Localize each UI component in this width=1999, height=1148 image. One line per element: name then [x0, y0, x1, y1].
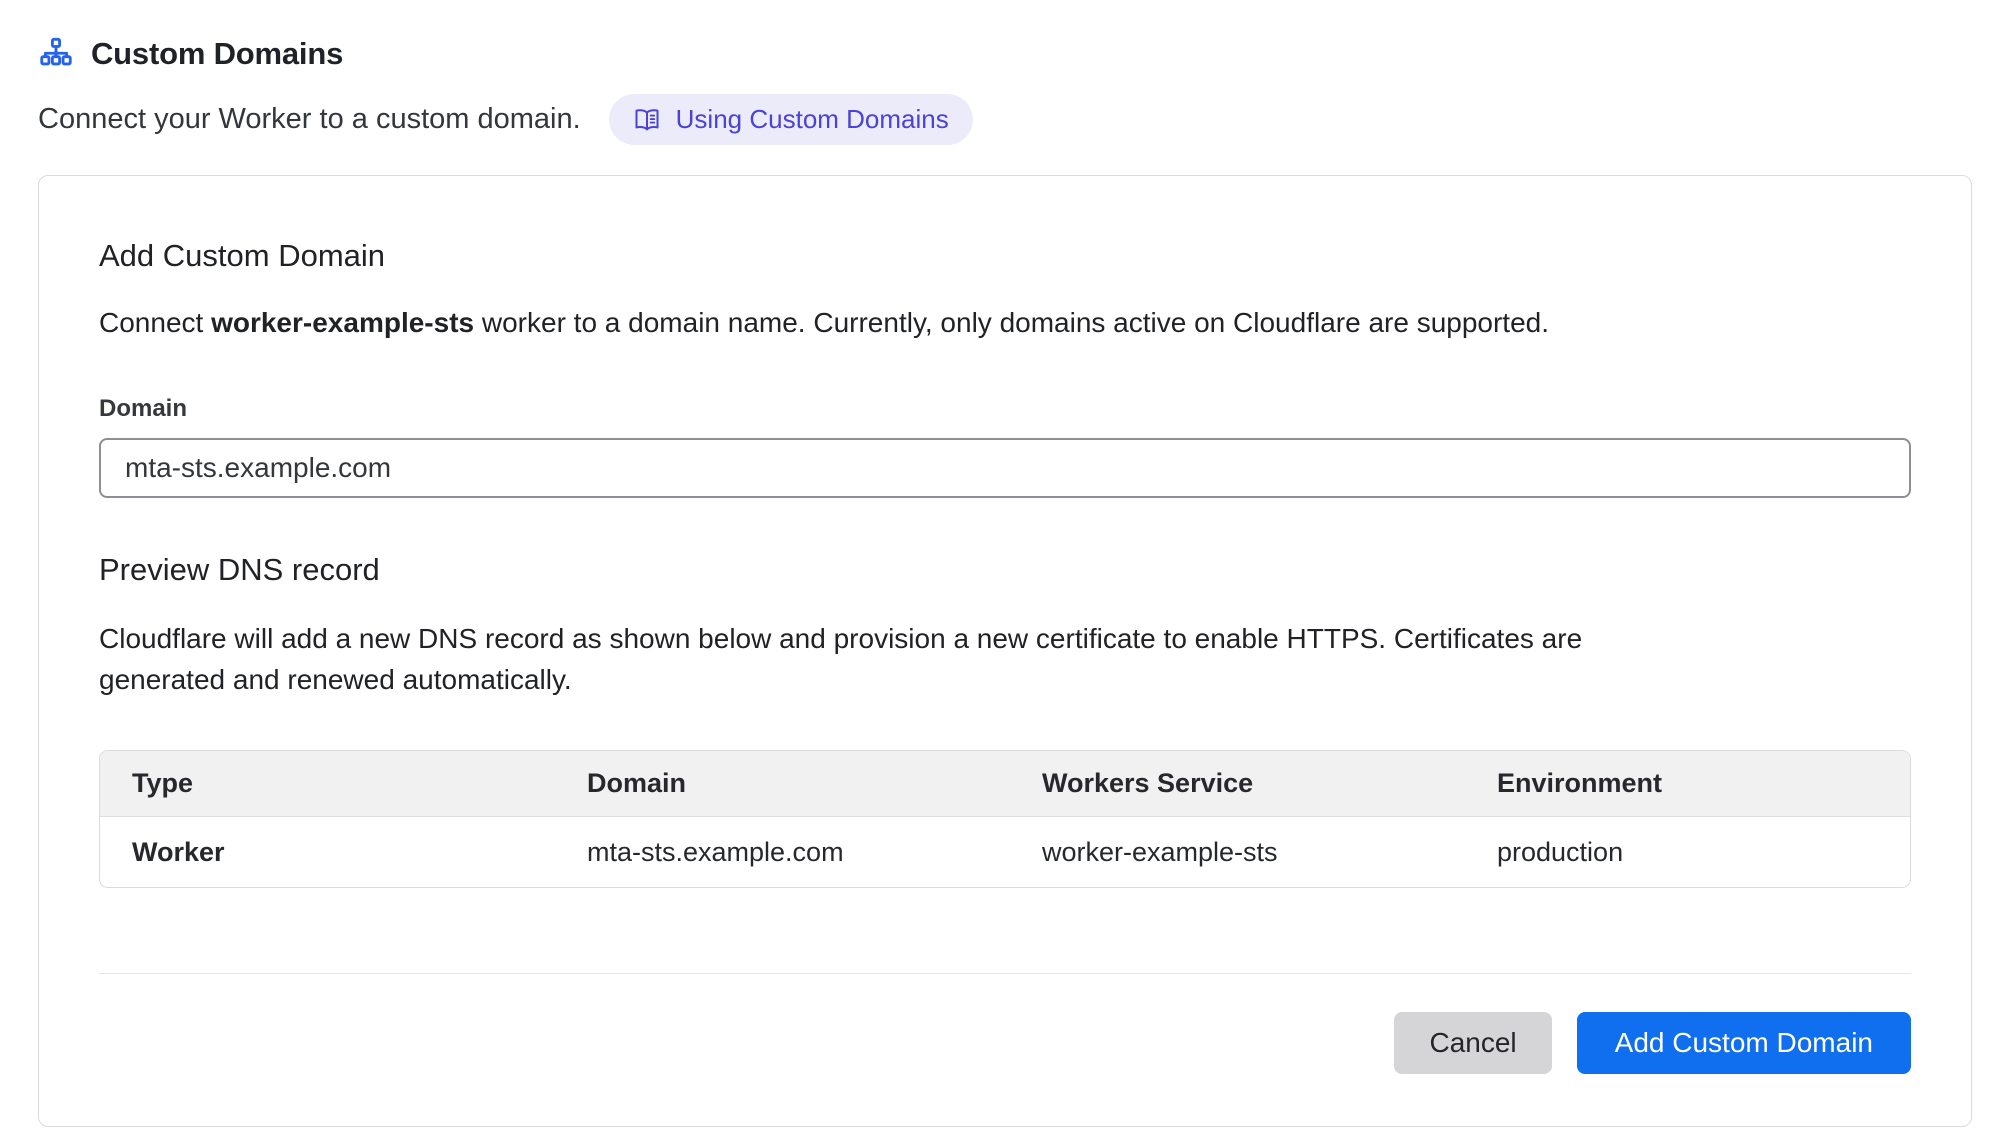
- card-description: Connect worker-example-sts worker to a d…: [99, 307, 1911, 339]
- table-row: Worker mta-sts.example.com worker-exampl…: [100, 817, 1910, 887]
- docs-link-badge[interactable]: Using Custom Domains: [609, 94, 973, 145]
- worker-name: worker-example-sts: [211, 307, 474, 338]
- footer-divider: [99, 973, 1911, 974]
- card-actions: Cancel Add Custom Domain: [99, 1012, 1911, 1074]
- cell-environment: production: [1465, 837, 1910, 868]
- page-header: Custom Domains: [38, 30, 1961, 78]
- column-header-environment: Environment: [1465, 768, 1910, 799]
- page-title: Custom Domains: [91, 36, 343, 72]
- table-header-row: Type Domain Workers Service Environment: [100, 751, 1910, 817]
- domain-field-label: Domain: [99, 395, 1911, 423]
- cancel-button[interactable]: Cancel: [1394, 1012, 1551, 1074]
- preview-dns-heading: Preview DNS record: [99, 552, 1911, 588]
- cell-workers-service: worker-example-sts: [1010, 837, 1465, 868]
- custom-domains-page: Custom Domains Connect your Worker to a …: [0, 0, 1999, 1127]
- cell-domain: mta-sts.example.com: [555, 837, 1010, 868]
- docs-link-label: Using Custom Domains: [676, 104, 949, 135]
- preview-dns-description: Cloudflare will add a new DNS record as …: [99, 618, 1609, 700]
- card-description-prefix: Connect: [99, 307, 211, 338]
- add-custom-domain-card: Add Custom Domain Connect worker-example…: [38, 175, 1972, 1127]
- card-description-suffix: worker to a domain name. Currently, only…: [474, 307, 1549, 338]
- column-header-workers-service: Workers Service: [1010, 768, 1465, 799]
- add-custom-domain-button[interactable]: Add Custom Domain: [1577, 1012, 1911, 1074]
- sitemap-icon: [38, 36, 74, 72]
- dns-preview-table: Type Domain Workers Service Environment …: [99, 750, 1911, 888]
- column-header-type: Type: [100, 768, 555, 799]
- open-book-icon: [633, 106, 661, 134]
- column-header-domain: Domain: [555, 768, 1010, 799]
- cell-type: Worker: [100, 837, 555, 868]
- page-subheader: Connect your Worker to a custom domain. …: [38, 94, 1961, 145]
- card-heading: Add Custom Domain: [99, 238, 1911, 274]
- page-subtitle: Connect your Worker to a custom domain.: [38, 103, 581, 136]
- domain-input[interactable]: [99, 438, 1911, 498]
- domain-field-group: Domain: [99, 395, 1911, 498]
